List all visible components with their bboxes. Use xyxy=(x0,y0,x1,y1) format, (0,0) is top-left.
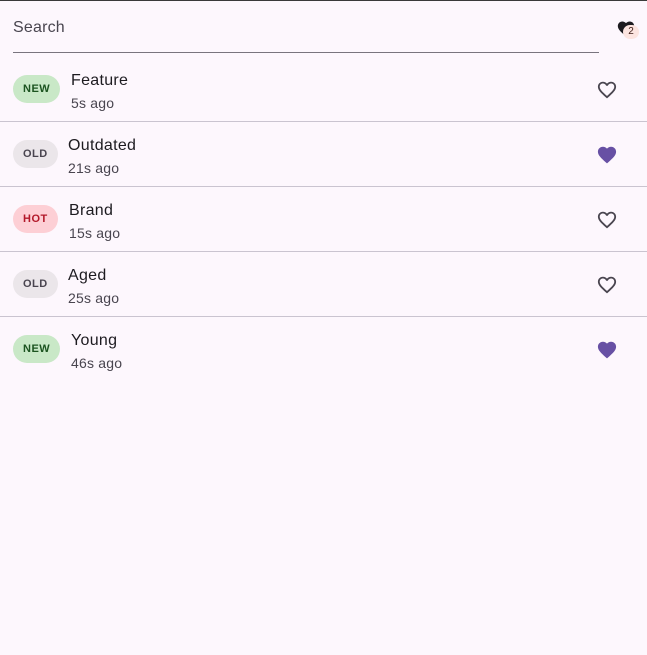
tag-badge: OLD xyxy=(13,140,58,168)
item-texts: Young 46s ago xyxy=(71,331,122,372)
item-title: Brand xyxy=(69,202,114,219)
tag-badge: NEW xyxy=(13,335,61,363)
favorites-counter-button[interactable]: 2 xyxy=(613,17,641,43)
list-item[interactable]: OLD Outdated 21s ago xyxy=(0,122,647,187)
item-list: NEW Feature 5s ago OLD Outdated 21s ago … xyxy=(0,57,647,382)
item-subtitle: 5s ago xyxy=(71,95,115,111)
item-title: Feature xyxy=(71,72,129,89)
favorite-toggle-button[interactable] xyxy=(591,138,623,170)
item-texts: Brand 15s ago xyxy=(69,201,120,242)
heart-outline-icon xyxy=(597,276,617,294)
item-subtitle: 21s ago xyxy=(68,160,120,176)
header: Search 2 xyxy=(0,1,647,57)
tag-badge: NEW xyxy=(13,75,61,103)
list-item[interactable]: NEW Feature 5s ago xyxy=(0,57,647,122)
tag-badge: HOT xyxy=(13,205,58,233)
item-texts: Outdated 21s ago xyxy=(68,136,136,177)
item-texts: Feature 5s ago xyxy=(71,71,128,112)
favorite-toggle-button[interactable] xyxy=(591,268,623,300)
list-item[interactable]: OLD Aged 25s ago xyxy=(0,252,647,317)
item-subtitle: 46s ago xyxy=(71,355,123,371)
favorite-toggle-button[interactable] xyxy=(591,203,623,235)
tag-badge: OLD xyxy=(13,270,58,298)
heart-filled-icon xyxy=(597,341,617,359)
heart-outline-icon xyxy=(597,81,617,99)
item-texts: Aged 25s ago xyxy=(68,266,119,307)
favorite-toggle-button[interactable] xyxy=(591,333,623,365)
favorites-count-badge: 2 xyxy=(623,25,639,39)
favorite-toggle-button[interactable] xyxy=(591,73,623,105)
item-title: Aged xyxy=(68,267,107,284)
list-item[interactable]: HOT Brand 15s ago xyxy=(0,187,647,252)
item-subtitle: 15s ago xyxy=(69,225,121,241)
list-item[interactable]: NEW Young 46s ago xyxy=(0,317,647,382)
search-placeholder: Search xyxy=(13,19,65,36)
heart-filled-icon xyxy=(597,146,617,164)
item-title: Outdated xyxy=(68,137,137,154)
item-subtitle: 25s ago xyxy=(68,290,120,306)
heart-outline-icon xyxy=(597,211,617,229)
item-title: Young xyxy=(71,332,118,349)
search-input[interactable]: Search xyxy=(13,9,599,53)
